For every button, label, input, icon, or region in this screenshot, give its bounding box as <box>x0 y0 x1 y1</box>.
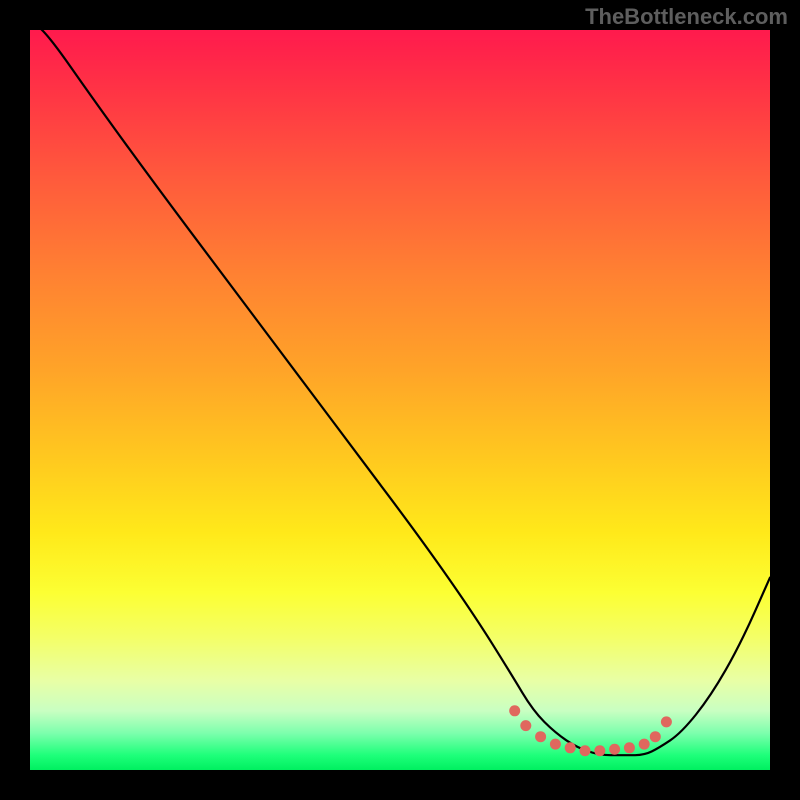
chart-frame: TheBottleneck.com <box>0 0 800 800</box>
highlight-dot <box>550 739 561 750</box>
highlight-dot <box>594 745 605 756</box>
highlight-dot <box>650 731 661 742</box>
highlight-dot <box>509 705 520 716</box>
highlight-dot <box>639 739 650 750</box>
watermark-text: TheBottleneck.com <box>585 4 788 30</box>
highlight-dot <box>580 745 591 756</box>
flat-minimum-dots <box>509 705 672 756</box>
highlight-dot <box>565 742 576 753</box>
highlight-dot <box>609 744 620 755</box>
curve-layer <box>30 30 770 770</box>
highlight-dot <box>520 720 531 731</box>
plot-area <box>30 30 770 770</box>
highlight-dot <box>624 742 635 753</box>
highlight-dot <box>661 716 672 727</box>
bottleneck-curve <box>30 30 770 755</box>
highlight-dot <box>535 731 546 742</box>
